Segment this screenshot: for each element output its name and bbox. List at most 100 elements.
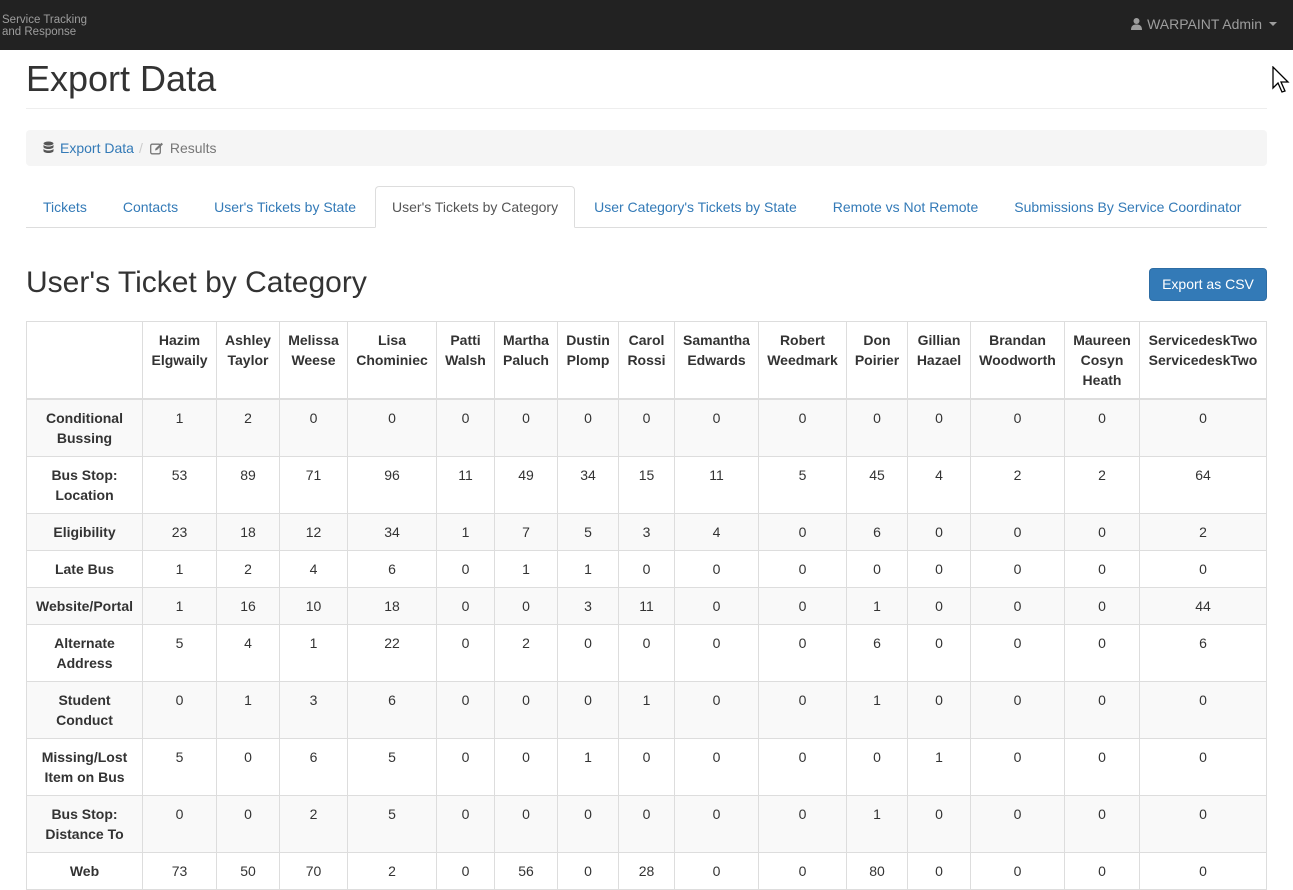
tab-tickets[interactable]: Tickets	[26, 186, 104, 228]
table-cell: 1	[557, 550, 619, 588]
breadcrumb: Export Data / Results	[26, 130, 1267, 166]
table-cell: 0	[970, 513, 1065, 551]
table-cell: 0	[758, 681, 847, 739]
table-cell: 0	[907, 513, 971, 551]
table-cell: 0	[436, 587, 495, 625]
table-cell: 0	[557, 795, 619, 853]
table-cell: 2	[1064, 456, 1140, 514]
tab-remote-vs-not-remote[interactable]: Remote vs Not Remote	[816, 186, 996, 228]
table-cell: 0	[216, 795, 280, 853]
brand-logo[interactable]: Service Tracking and Response	[2, 14, 87, 38]
table-cell: 0	[907, 587, 971, 625]
table-cell: 0	[970, 550, 1065, 588]
table-cell: 5	[347, 738, 437, 796]
column-header: Brandan Woodworth	[970, 321, 1065, 400]
table-cell: 12	[279, 513, 348, 551]
table-cell: 0	[1139, 398, 1267, 457]
user-menu-dropdown[interactable]: WARPAINT Admin	[1131, 16, 1277, 32]
table-row: Eligibility 23 18 12 34 1 7 5 3 4 0 6 0 0 0 2	[26, 513, 1267, 551]
table-cell: 0	[557, 681, 619, 739]
table-cell: 34	[347, 513, 437, 551]
table-cell: 0	[1064, 624, 1140, 682]
row-category-label: Website/Portal	[26, 587, 143, 625]
table-body: Conditional Bussing 1 2 0 0 0 0 0 0 0 0 0 0 0 0 0 Bus St…	[26, 398, 1267, 890]
table-cell: 64	[1139, 456, 1267, 514]
column-header: Don Poirier	[846, 321, 908, 400]
table-cell: 0	[436, 398, 495, 457]
row-category-label: Alternate Address	[26, 624, 143, 682]
page-header-divider	[26, 108, 1267, 109]
table-cell: 0	[907, 624, 971, 682]
tab-submissions-by-service-coordinator[interactable]: Submissions By Service Coordinator	[997, 186, 1258, 228]
table-cell: 6	[1139, 624, 1267, 682]
table-cell: 4	[216, 624, 280, 682]
table-cell: 4	[279, 550, 348, 588]
user-name: WARPAINT Admin	[1147, 16, 1262, 32]
tab-users-tickets-by-state[interactable]: User's Tickets by State	[197, 186, 373, 228]
table-cell: 5	[142, 624, 217, 682]
table-cell: 0	[279, 398, 348, 457]
column-header: Maureen Cosyn Heath	[1064, 321, 1140, 400]
page-title: Export Data	[26, 58, 217, 99]
breadcrumb-item-export-data[interactable]: Export Data	[43, 140, 134, 156]
table-cell: 1	[846, 681, 908, 739]
table-cell: 22	[347, 624, 437, 682]
table-cell: 1	[142, 587, 217, 625]
table-cell: 0	[494, 587, 558, 625]
tab-contacts[interactable]: Contacts	[106, 186, 195, 228]
table-cell: 15	[618, 456, 675, 514]
table-cell: 4	[907, 456, 971, 514]
breadcrumb-item-results: Results	[149, 140, 217, 156]
table-cell: 71	[279, 456, 348, 514]
table-cell: 5	[142, 738, 217, 796]
table-cell: 49	[494, 456, 558, 514]
table-cell: 53	[142, 456, 217, 514]
table-cell: 10	[279, 587, 348, 625]
table-cell: 0	[674, 681, 759, 739]
table-cell: 0	[494, 681, 558, 739]
table-cell: 0	[970, 738, 1065, 796]
table-corner-cell	[26, 321, 143, 400]
table-cell: 0	[970, 795, 1065, 853]
table-cell: 3	[618, 513, 675, 551]
table-row: Conditional Bussing 1 2 0 0 0 0 0 0 0 0 0 0 0 0 0	[26, 398, 1267, 457]
table-cell: 0	[1064, 513, 1140, 551]
table-cell: 0	[674, 587, 759, 625]
table-cell: 0	[1064, 398, 1140, 457]
table-cell: 0	[436, 681, 495, 739]
row-category-label: Bus Stop: Distance To	[26, 795, 143, 853]
tab-users-tickets-by-category[interactable]: User's Tickets by Category	[375, 186, 576, 228]
table-cell: 0	[907, 398, 971, 457]
export-csv-button[interactable]: Export as CSV	[1149, 268, 1267, 301]
column-header: Melissa Weese	[279, 321, 348, 400]
table-cell: 0	[618, 624, 675, 682]
table-cell: 1	[494, 550, 558, 588]
column-header: Martha Paluch	[494, 321, 558, 400]
edit-icon	[149, 142, 163, 154]
breadcrumb-separator: /	[138, 140, 143, 156]
table-cell: 0	[674, 398, 759, 457]
table-cell: 6	[846, 624, 908, 682]
table-cell: 34	[557, 456, 619, 514]
table-row: Bus Stop: Distance To 0 0 2 5 0 0 0 0 0 0 1 0 0 0 0	[26, 795, 1267, 853]
table-cell: 6	[279, 738, 348, 796]
table-row: Missing/Lost Item on Bus 5 0 6 5 0 0 1 0 0 0 0 1 0 0 0	[26, 738, 1267, 796]
breadcrumb-link-export-data[interactable]: Export Data	[60, 140, 134, 156]
table-cell: 0	[618, 550, 675, 588]
table-cell: 0	[970, 398, 1065, 457]
table-cell: 0	[494, 738, 558, 796]
table-cell: 2	[279, 795, 348, 853]
row-category-label: Student Conduct	[26, 681, 143, 739]
table-cell: 2	[494, 624, 558, 682]
column-header: Robert Weedmark	[758, 321, 847, 400]
table-cell: 0	[758, 795, 847, 853]
table-cell: 3	[279, 681, 348, 739]
tab-user-categorys-tickets-by-state[interactable]: User Category's Tickets by State	[577, 186, 814, 228]
table-cell: 0	[758, 513, 847, 551]
table-cell: 96	[347, 456, 437, 514]
caret-down-icon	[1269, 22, 1277, 26]
table-cell: 0	[1064, 681, 1140, 739]
table-cell: 0	[436, 624, 495, 682]
table-cell: 0	[907, 681, 971, 739]
table-cell: 5	[347, 795, 437, 853]
